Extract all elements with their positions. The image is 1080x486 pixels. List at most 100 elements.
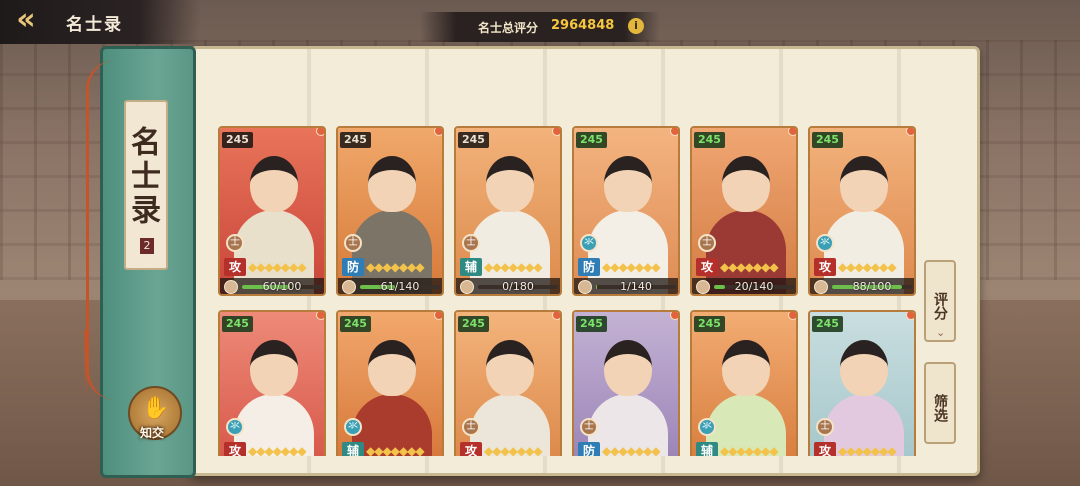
notification-dot-icon xyxy=(670,128,678,136)
star-rating-icon: ◆◆◆◆◆◆◆ xyxy=(838,260,897,274)
back-arrow-icon[interactable]: « xyxy=(6,4,46,38)
hero-level-badge: 245 xyxy=(458,132,489,148)
faction-icon: 士 xyxy=(580,418,598,436)
hero-role-tag: 辅 xyxy=(460,258,482,276)
faction-icon: 士 xyxy=(462,418,480,436)
hero-card[interactable]: 245 士攻 ◆◆◆◆◆◆◆ 60/100 xyxy=(218,126,326,296)
faction-icon: 士 xyxy=(816,418,834,436)
fragment-count: 20/140 xyxy=(734,280,774,293)
fragment-progress: 61/140 xyxy=(338,278,442,294)
hero-role-tag: 攻 xyxy=(696,258,718,276)
faction-icon: 士 xyxy=(462,234,480,252)
friendship-label: 知交 xyxy=(140,426,165,440)
hero-level-badge: 245 xyxy=(458,316,489,332)
hero-role-tag: 辅 xyxy=(342,442,364,456)
hero-level-badge: 245 xyxy=(694,132,725,148)
hero-role-tag: 攻 xyxy=(814,258,836,276)
hero-face xyxy=(486,156,534,212)
handshake-icon: ✋ xyxy=(142,396,170,421)
hero-face xyxy=(250,340,298,396)
fragment-progress: 88/100 xyxy=(810,278,914,294)
star-rating-icon: ◆◆◆◆◆◆◆ xyxy=(602,260,661,274)
fragment-avatar-icon xyxy=(696,280,710,294)
fragment-avatar-icon xyxy=(342,280,356,294)
hero-card[interactable]: 245 士辅 ◆◆◆◆◆◆◆ 0/180 xyxy=(454,126,562,296)
notification-dot-icon xyxy=(434,312,442,320)
hero-card[interactable]: 245 氺防 ◆◆◆◆◆◆◆ 1/140 xyxy=(572,126,680,296)
hero-role-tag: 攻 xyxy=(460,442,482,456)
fragment-count: 60/100 xyxy=(262,280,302,293)
notification-dot-icon xyxy=(552,128,560,136)
hero-card[interactable]: 245 士攻 ◆◆◆◆◆◆◆ xyxy=(454,310,562,456)
hero-role-tag: 攻 xyxy=(224,258,246,276)
fragment-count: 88/100 xyxy=(852,280,892,293)
hero-card[interactable]: 245 士防 ◆◆◆◆◆◆◆ xyxy=(572,310,680,456)
hero-card[interactable]: 245 氺辅 ◆◆◆◆◆◆◆ xyxy=(690,310,798,456)
hero-card[interactable]: 245 氺攻 ◆◆◆◆◆◆◆ 88/100 xyxy=(808,126,916,296)
hero-face xyxy=(604,340,652,396)
hero-face xyxy=(250,156,298,212)
hero-card[interactable]: 245 氺攻 ◆◆◆◆◆◆◆ xyxy=(218,310,326,456)
hero-level-badge: 245 xyxy=(576,316,607,332)
star-rating-icon: ◆◆◆◆◆◆◆ xyxy=(602,444,661,456)
hero-face xyxy=(722,340,770,396)
filter-button[interactable]: 筛选 xyxy=(924,362,956,444)
book-title-label: 名士录 2 xyxy=(124,100,168,270)
hero-role-tag: 防 xyxy=(578,442,600,456)
faction-icon: 氺 xyxy=(226,418,244,436)
star-rating-icon: ◆◆◆◆◆◆◆ xyxy=(484,444,543,456)
faction-icon: 氺 xyxy=(344,418,362,436)
tassel-tail xyxy=(84,330,88,400)
volume-seal: 2 xyxy=(140,238,154,254)
hero-role-tag: 辅 xyxy=(696,442,718,456)
fragment-count: 0/180 xyxy=(502,280,534,293)
notification-dot-icon xyxy=(434,128,442,136)
hero-face xyxy=(722,156,770,212)
hero-role-tag: 攻 xyxy=(814,442,836,456)
hero-face xyxy=(840,340,888,396)
fragment-progress: 0/180 xyxy=(456,278,560,294)
fragment-avatar-icon xyxy=(460,280,474,294)
hero-level-badge: 245 xyxy=(340,132,371,148)
notification-dot-icon xyxy=(788,312,796,320)
sort-down-icon: ⌄ xyxy=(936,326,946,339)
notification-dot-icon xyxy=(316,312,324,320)
faction-icon: 士 xyxy=(226,234,244,252)
hero-level-badge: 245 xyxy=(812,316,843,332)
hero-face xyxy=(368,156,416,212)
hero-card[interactable]: 245 氺辅 ◆◆◆◆◆◆◆ xyxy=(336,310,444,456)
star-rating-icon: ◆◆◆◆◆◆◆ xyxy=(366,444,425,456)
hero-card[interactable]: 245 士攻 ◆◆◆◆◆◆◆ 20/140 xyxy=(690,126,798,296)
notification-dot-icon xyxy=(316,128,324,136)
tassel-cord xyxy=(86,60,116,400)
hero-role-tag: 防 xyxy=(342,258,364,276)
info-icon[interactable]: i xyxy=(628,18,644,34)
hero-face xyxy=(840,156,888,212)
star-rating-icon: ◆◆◆◆◆◆◆ xyxy=(720,260,779,274)
star-rating-icon: ◆◆◆◆◆◆◆ xyxy=(366,260,425,274)
book-title-text: 名士录 xyxy=(125,126,160,228)
total-score-value: 2964848 xyxy=(551,18,615,33)
top-bar: « 名士录 xyxy=(0,0,200,44)
star-rating-icon: ◆◆◆◆◆◆◆ xyxy=(838,444,897,456)
faction-icon: 士 xyxy=(698,234,716,252)
total-score-bar: 名士总评分 2964848 i xyxy=(420,12,660,42)
fragment-progress: 1/140 xyxy=(574,278,678,294)
notification-dot-icon xyxy=(552,312,560,320)
hero-role-tag: 攻 xyxy=(224,442,246,456)
faction-icon: 氺 xyxy=(580,234,598,252)
faction-icon: 氺 xyxy=(698,418,716,436)
hero-role-tag: 防 xyxy=(578,258,600,276)
notification-dot-icon xyxy=(906,312,914,320)
star-rating-icon: ◆◆◆◆◆◆◆ xyxy=(720,444,779,456)
star-rating-icon: ◆◆◆◆◆◆◆ xyxy=(484,260,543,274)
fragment-progress: 60/100 xyxy=(220,278,324,294)
hero-level-badge: 245 xyxy=(694,316,725,332)
hero-level-badge: 245 xyxy=(222,316,253,332)
hero-face xyxy=(486,340,534,396)
fragment-avatar-icon xyxy=(578,280,592,294)
fragment-avatar-icon xyxy=(224,280,238,294)
hero-card[interactable]: 245 士攻 ◆◆◆◆◆◆◆ xyxy=(808,310,916,456)
hero-card[interactable]: 245 士防 ◆◆◆◆◆◆◆ 61/140 xyxy=(336,126,444,296)
notification-dot-icon xyxy=(906,128,914,136)
